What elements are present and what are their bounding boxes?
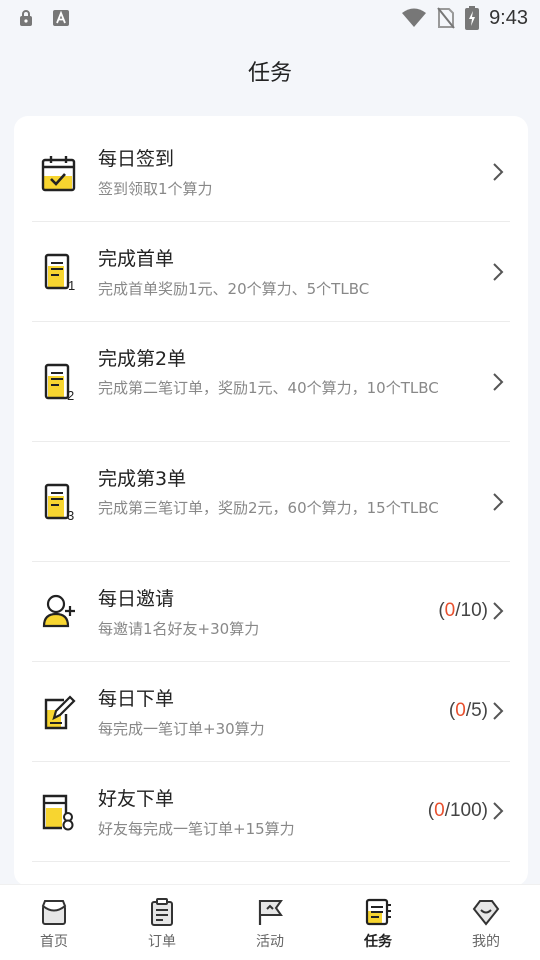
task-desc: 好友每完成一笔订单+15算力 — [98, 820, 295, 838]
task-item-second-order[interactable]: 2 完成第2单 完成第二笔订单，奖励1元、40个算力，10个TLBC — [32, 322, 510, 442]
friend-order-icon — [42, 794, 74, 831]
task-title: 完成首单 — [98, 248, 175, 270]
task-title: 每日签到 — [98, 148, 175, 170]
chevron-right-icon — [493, 263, 504, 281]
task-desc: 完成首单奖励1元、20个算力、5个TLBC — [98, 280, 370, 298]
task-item-friend-order[interactable]: 好友下单 好友每完成一笔订单+15算力 (0/100) — [32, 762, 510, 862]
task-note-icon — [365, 898, 391, 926]
task-progress: (0/5) — [448, 700, 488, 721]
tab-label: 任务 — [364, 934, 392, 950]
wifi-icon — [402, 8, 427, 27]
task-desc: 完成第二笔订单，奖励1元、40个算力，10个TLBC — [98, 379, 439, 397]
tab-label: 首页 — [40, 934, 68, 950]
text-icon — [53, 10, 69, 26]
no-sim-icon — [437, 7, 455, 29]
task-item-daily-checkin[interactable]: 每日签到 签到领取1个算力 — [32, 122, 510, 222]
task-item-daily-invite[interactable]: 每日邀请 每邀请1名好友+30算力 (0/10) — [32, 562, 510, 662]
header: 任务 — [0, 36, 540, 106]
chevron-right-icon — [493, 373, 504, 391]
chevron-right-icon — [493, 602, 504, 620]
tab-label: 订单 — [148, 934, 176, 950]
task-progress: (0/10) — [438, 600, 488, 621]
svg-text:1: 1 — [68, 278, 75, 292]
page-title: 任务 — [247, 61, 292, 86]
calendar-check-icon — [41, 156, 76, 192]
document-2-icon: 2 — [44, 363, 74, 402]
user-add-icon — [42, 594, 75, 628]
svg-text:2: 2 — [67, 388, 74, 402]
tab-profile[interactable]: 我的 — [432, 885, 540, 960]
task-item-third-order[interactable]: 3 完成第3单 完成第三笔订单，奖励2元，60个算力，15个TLBC — [32, 442, 510, 562]
task-desc: 每完成一笔订单+30算力 — [98, 720, 265, 738]
tab-label: 活动 — [256, 934, 284, 950]
status-time: 9:43 — [489, 6, 528, 29]
tab-tasks[interactable]: 任务 — [324, 885, 432, 960]
battery-icon — [465, 6, 480, 30]
task-desc: 签到领取1个算力 — [98, 180, 213, 198]
task-item-daily-order[interactable]: 每日下单 每完成一笔订单+30算力 (0/5) — [32, 662, 510, 762]
task-desc: 完成第三笔订单，奖励2元，60个算力，15个TLBC — [98, 499, 439, 517]
tab-label: 我的 — [472, 934, 500, 950]
chevron-right-icon — [493, 493, 504, 511]
document-1-icon: 1 — [44, 253, 75, 292]
task-item-first-order[interactable]: 1 完成首单 完成首单奖励1元、20个算力、5个TLBC — [32, 222, 510, 322]
chevron-right-icon — [493, 702, 504, 720]
task-desc: 每邀请1名好友+30算力 — [98, 620, 260, 638]
task-title: 完成第2单 — [98, 348, 187, 370]
home-bag-icon — [41, 900, 67, 925]
status-bar: 9:43 — [0, 0, 540, 36]
clipboard-icon — [151, 898, 173, 926]
diamond-tag-icon — [472, 900, 500, 926]
tab-home[interactable]: 首页 — [0, 885, 108, 960]
task-list-card: 每日签到 签到领取1个算力 1 完成首单 完成首单奖励1元、20个算力、5个TL… — [14, 116, 528, 886]
task-title: 每日邀请 — [98, 588, 175, 610]
chevron-right-icon — [493, 163, 504, 181]
task-title: 每日下单 — [98, 688, 175, 710]
lock-icon — [20, 10, 32, 26]
document-3-icon: 3 — [44, 483, 74, 522]
chevron-right-icon — [493, 802, 504, 820]
tab-orders[interactable]: 订单 — [108, 885, 216, 960]
tab-activity[interactable]: 活动 — [216, 885, 324, 960]
flag-icon — [258, 900, 283, 925]
task-title: 完成第3单 — [98, 468, 187, 490]
edit-note-icon — [44, 695, 76, 730]
svg-text:3: 3 — [67, 508, 74, 522]
task-title: 好友下单 — [98, 788, 175, 810]
task-progress: (0/100) — [427, 800, 488, 821]
bottom-tab-bar: 首页 订单 活动 任务 我的 — [0, 884, 540, 960]
